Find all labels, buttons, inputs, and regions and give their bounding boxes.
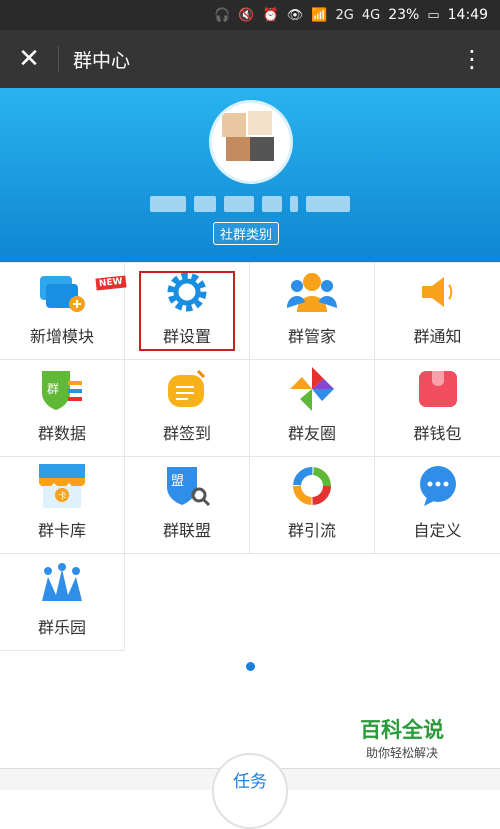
task-button[interactable]: 任务	[212, 753, 288, 829]
watermark: 百科全说 助你轻松解决	[360, 714, 444, 761]
grid-item-label: 群数据	[37, 424, 86, 443]
page-title: 群中心	[73, 49, 131, 72]
highlight-box	[139, 271, 235, 351]
avatar-tile	[222, 113, 246, 137]
add-module-icon	[37, 267, 87, 317]
category-tag[interactable]: 社群类别	[213, 222, 280, 245]
grid-item-label: 群通知	[413, 327, 462, 346]
grid-empty	[375, 554, 500, 651]
chat-bubble-icon	[413, 461, 463, 511]
crown-icon	[37, 558, 87, 608]
grid-item-label: 新增模块	[29, 327, 94, 346]
more-vertical-icon[interactable]: ⋮	[444, 45, 500, 73]
headphones-icon: 🎧	[214, 7, 231, 23]
grid-item-moments[interactable]: 群友圈	[250, 360, 375, 457]
group-name-blurred	[150, 196, 350, 212]
svg-text:卡: 卡	[58, 490, 67, 502]
traffic-icon	[287, 461, 337, 511]
grid-item-paradise[interactable]: 群乐园	[0, 554, 125, 651]
pinwheel-icon	[287, 364, 337, 414]
data-chart-icon: 群	[37, 364, 87, 414]
eye-icon: 👁	[286, 7, 304, 23]
page-indicator-dot[interactable]	[246, 662, 255, 671]
title-bar: ✕ 群中心 ⋮	[0, 30, 500, 88]
new-badge: NEW	[95, 275, 127, 291]
grid-item-data[interactable]: 群 群数据	[0, 360, 125, 457]
clock: 14:49	[447, 7, 488, 23]
users-manager-icon	[287, 267, 337, 317]
grid-item-label: 群卡库	[37, 521, 86, 540]
svg-text:群: 群	[47, 382, 59, 396]
group-avatar[interactable]	[209, 100, 293, 184]
grid-item-group-manager[interactable]: 群管家	[250, 263, 375, 360]
avatar-tile	[226, 137, 250, 161]
grid-item-label: 群钱包	[413, 424, 462, 443]
svg-text:盟: 盟	[171, 474, 184, 489]
grid-item-traffic[interactable]: 群引流	[250, 457, 375, 554]
battery-percent: 23%	[388, 7, 420, 23]
watermark-subtitle: 助你轻松解决	[365, 746, 438, 760]
grid-empty	[250, 554, 375, 651]
speaker-icon	[413, 267, 463, 317]
watermark-title: 百科全说	[360, 718, 444, 742]
alarm-icon: ⏰	[262, 7, 279, 23]
grid-item-label: 群管家	[287, 327, 336, 346]
avatar-tile	[248, 111, 272, 135]
grid-item-card-store[interactable]: 卡 群卡库	[0, 457, 125, 554]
grid-item-notice[interactable]: 群通知	[375, 263, 500, 360]
grid-item-add-module[interactable]: NEW 新增模块	[0, 263, 127, 360]
grid-item-label: 群引流	[287, 521, 336, 540]
group-banner: 社群类别	[0, 88, 500, 262]
close-icon[interactable]: ✕	[0, 30, 58, 88]
network-2g-label: 2G	[335, 7, 354, 23]
grid-item-custom[interactable]: 自定义	[375, 457, 500, 554]
grid-item-label: 群联盟	[162, 521, 211, 540]
checkin-icon	[162, 364, 212, 414]
status-bar: 🎧 🔇 ⏰ 👁 📶 2G 4G 23% ▭ 14:49	[0, 0, 500, 30]
grid-item-label: 群签到	[162, 424, 211, 443]
grid-item-label: 自定义	[413, 521, 462, 540]
avatar-tile	[250, 137, 274, 161]
wallet-icon	[413, 364, 463, 414]
card-store-icon: 卡	[37, 461, 87, 511]
feature-grid: NEW 新增模块 群设置 群管家 群通知 群 群数据 群签到 群友圈 群钱包 卡…	[0, 262, 500, 651]
grid-item-group-settings[interactable]: 群设置	[125, 263, 250, 360]
alliance-icon: 盟	[162, 461, 212, 511]
grid-empty	[125, 554, 250, 651]
grid-item-wallet[interactable]: 群钱包	[375, 360, 500, 457]
grid-item-label: 群友圈	[287, 424, 336, 443]
grid-item-label: 群乐园	[37, 618, 86, 637]
grid-item-checkin[interactable]: 群签到	[125, 360, 250, 457]
wifi-icon: 📶	[311, 7, 328, 23]
battery-icon: ▭	[427, 7, 440, 23]
network-4g-label: 4G	[361, 7, 381, 23]
mute-icon: 🔇	[238, 7, 255, 23]
grid-item-alliance[interactable]: 盟 群联盟	[125, 457, 250, 554]
